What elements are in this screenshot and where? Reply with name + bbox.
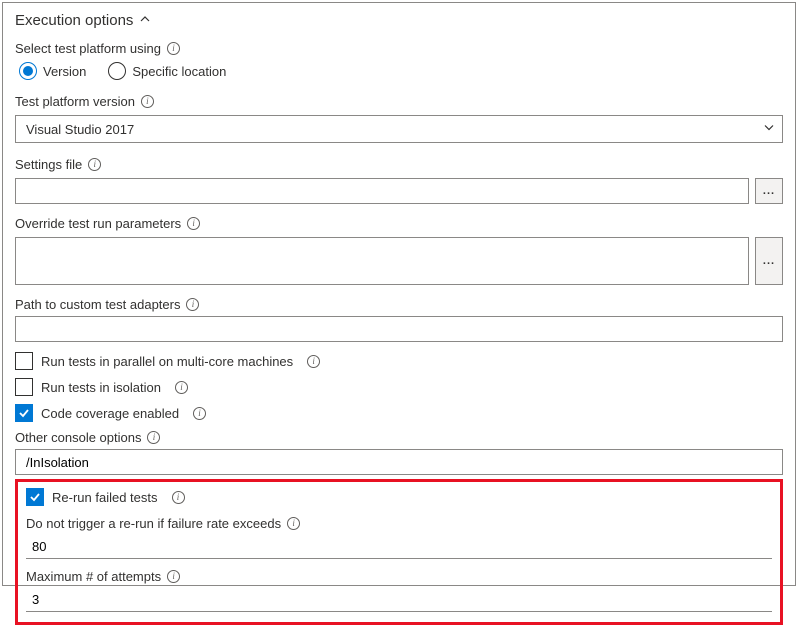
max-attempts-label: Maximum # of attempts i	[26, 569, 772, 584]
failure-rate-input[interactable]	[26, 535, 772, 559]
info-icon[interactable]: i	[147, 431, 160, 444]
other-console-label: Other console options i	[15, 430, 783, 445]
radio-icon	[19, 62, 37, 80]
isolation-checkbox-row: Run tests in isolation i	[15, 378, 783, 396]
radio-specific-location[interactable]: Specific location	[108, 62, 226, 80]
info-icon[interactable]: i	[167, 42, 180, 55]
info-icon[interactable]: i	[187, 217, 200, 230]
chevron-down-icon	[763, 122, 775, 137]
checkbox-label: Run tests in isolation	[41, 380, 161, 395]
override-params-input[interactable]	[15, 237, 749, 285]
info-icon[interactable]: i	[175, 381, 188, 394]
select-value: Visual Studio 2017	[26, 122, 134, 137]
failure-rate-label: Do not trigger a re-run if failure rate …	[26, 516, 772, 531]
checkbox-label: Run tests in parallel on multi-core mach…	[41, 354, 293, 369]
radio-label: Specific location	[132, 64, 226, 79]
override-params-label: Override test run parameters i	[15, 216, 783, 231]
info-icon[interactable]: i	[141, 95, 154, 108]
parallel-checkbox[interactable]	[15, 352, 33, 370]
info-icon[interactable]: i	[167, 570, 180, 583]
coverage-checkbox[interactable]	[15, 404, 33, 422]
rerun-checkbox[interactable]	[26, 488, 44, 506]
info-icon[interactable]: i	[307, 355, 320, 368]
custom-adapters-input[interactable]	[15, 316, 783, 342]
other-console-input[interactable]	[15, 449, 783, 475]
checkbox-label: Re-run failed tests	[52, 490, 158, 505]
isolation-checkbox[interactable]	[15, 378, 33, 396]
platform-radio-group: Version Specific location	[19, 62, 783, 80]
radio-label: Version	[43, 64, 86, 79]
info-icon[interactable]: i	[172, 491, 185, 504]
settings-file-label: Settings file i	[15, 157, 783, 172]
coverage-checkbox-row: Code coverage enabled i	[15, 404, 783, 422]
info-icon[interactable]: i	[287, 517, 300, 530]
radio-icon	[108, 62, 126, 80]
checkbox-label: Code coverage enabled	[41, 406, 179, 421]
checkmark-icon	[18, 407, 30, 419]
execution-options-panel: Execution options Select test platform u…	[2, 2, 796, 586]
platform-version-select[interactable]: Visual Studio 2017	[15, 115, 783, 143]
info-icon[interactable]: i	[88, 158, 101, 171]
settings-file-input[interactable]	[15, 178, 749, 204]
section-title: Execution options	[15, 12, 133, 29]
checkmark-icon	[29, 491, 41, 503]
info-icon[interactable]: i	[186, 298, 199, 311]
platform-select-label: Select test platform using i	[15, 41, 783, 56]
parallel-checkbox-row: Run tests in parallel on multi-core mach…	[15, 352, 783, 370]
max-attempts-input[interactable]	[26, 588, 772, 612]
radio-version[interactable]: Version	[19, 62, 86, 80]
custom-adapters-label: Path to custom test adapters i	[15, 297, 783, 312]
rerun-highlight-box: Re-run failed tests i Do not trigger a r…	[15, 479, 783, 625]
rerun-checkbox-row: Re-run failed tests i	[26, 488, 772, 506]
info-icon[interactable]: i	[193, 407, 206, 420]
chevron-up-icon	[139, 12, 151, 29]
platform-version-label: Test platform version i	[15, 94, 783, 109]
section-header[interactable]: Execution options	[15, 11, 783, 29]
more-button[interactable]: ...	[755, 178, 783, 204]
more-button[interactable]: ...	[755, 237, 783, 285]
